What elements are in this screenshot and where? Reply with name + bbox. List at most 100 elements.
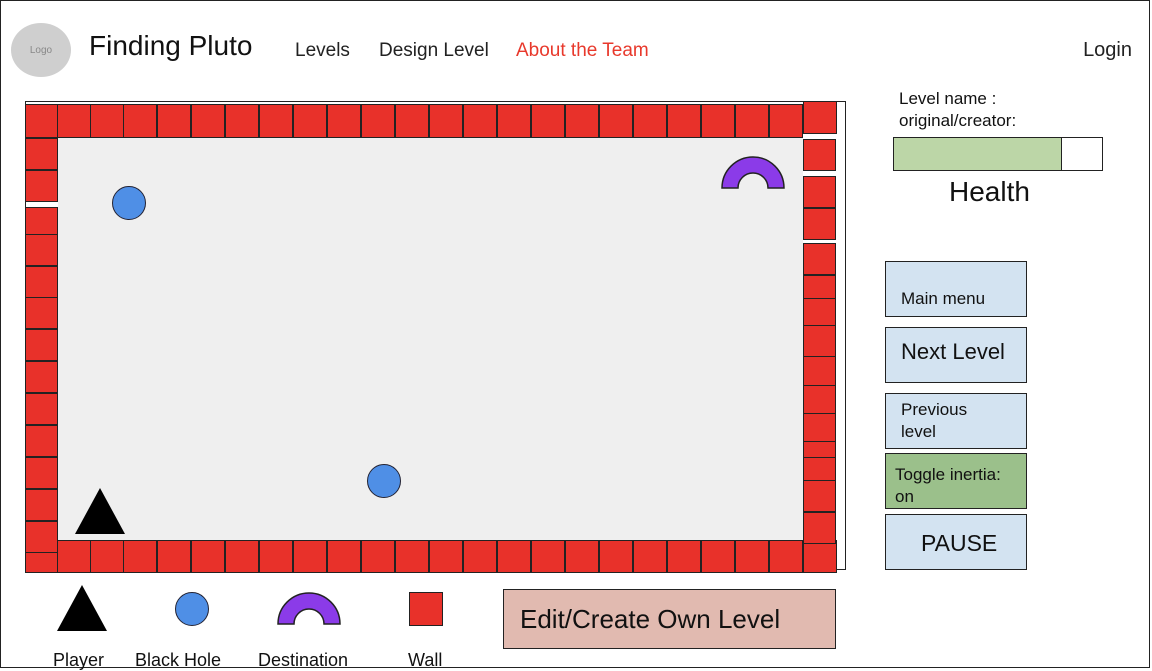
toggle-inertia-button[interactable]: Toggle inertia: on: [885, 453, 1027, 509]
wall-block: [531, 104, 565, 138]
wall-block: [25, 361, 58, 393]
player-icon: [75, 488, 125, 534]
wall-block: [531, 540, 565, 573]
wall-block: [25, 329, 58, 361]
app-title: Finding Pluto: [89, 30, 253, 61]
wall-block: [25, 489, 58, 521]
legend-destination-label: Destination: [258, 650, 349, 670]
legend-wall-label: Wall: [408, 650, 443, 670]
wall-block: [497, 104, 531, 138]
wall-block: [429, 540, 463, 573]
edit-create-level-button[interactable]: Edit/Create Own Level: [503, 589, 836, 649]
wall-block: [803, 243, 836, 275]
wall-block: [225, 540, 259, 573]
wall-block: [57, 104, 91, 138]
wall-block: [25, 521, 58, 553]
wall-block: [565, 540, 599, 573]
toggle-inertia-label: Toggle inertia: on: [895, 465, 1001, 506]
wall-block: [633, 104, 667, 138]
wall-block: [735, 104, 769, 138]
wall-block: [463, 540, 497, 573]
play-area: [58, 138, 803, 540]
wall-block: [803, 356, 836, 388]
wall-block: [293, 540, 327, 573]
wall-block: [25, 138, 58, 170]
wall-block: [293, 104, 327, 138]
wall-block: [769, 104, 803, 138]
wall-block: [429, 104, 463, 138]
wall-block: [25, 297, 58, 329]
health-label: Health: [949, 176, 1030, 207]
wall-block: [803, 101, 837, 134]
pause-button[interactable]: PAUSE: [885, 514, 1027, 570]
pause-label: PAUSE: [921, 530, 998, 556]
level-info: Level name : original/creator:: [899, 88, 1016, 132]
original-creator-label: original/creator:: [899, 111, 1017, 130]
wall-block: [157, 104, 191, 138]
wall-block: [803, 208, 836, 240]
wall-block: [327, 540, 361, 573]
wall-block: [25, 266, 58, 298]
wall-block: [497, 540, 531, 573]
next-level-label: Next Level: [901, 339, 1005, 364]
health-bar: [893, 137, 1103, 171]
wall-block: [803, 176, 836, 208]
main-menu-label: Main menu: [901, 289, 986, 308]
wall-block: [191, 540, 225, 573]
next-level-button[interactable]: Next Level: [885, 327, 1027, 383]
wall-block: [259, 540, 293, 573]
wall-block: [633, 540, 667, 573]
logo: Logo: [11, 23, 71, 77]
legend-black-hole-icon: [175, 592, 209, 626]
legend-destination-icon: [277, 592, 341, 625]
wall-block: [769, 540, 803, 573]
wall-block: [803, 139, 836, 171]
wall-block: [599, 540, 633, 573]
wall-block: [701, 540, 735, 573]
wall-block: [327, 104, 361, 138]
wall-block: [463, 104, 497, 138]
wall-block: [25, 104, 59, 138]
black-hole: [367, 464, 401, 498]
wall-block: [701, 104, 735, 138]
previous-level-button[interactable]: Previous level: [885, 393, 1027, 449]
wall-block: [25, 457, 58, 489]
wall-block: [191, 104, 225, 138]
wall-block: [225, 104, 259, 138]
wall-block: [90, 104, 124, 138]
health-fill: [894, 138, 1063, 170]
login-link[interactable]: Login: [1083, 39, 1132, 62]
wall-block: [803, 325, 836, 357]
legend-black-hole-label: Black Hole: [135, 650, 222, 670]
level-name-label: Level name :: [899, 89, 997, 108]
nav-levels[interactable]: Levels: [295, 40, 350, 62]
wall-block: [123, 104, 157, 138]
wall-block: [667, 540, 701, 573]
nav-about-team[interactable]: About the Team: [516, 40, 649, 62]
wall-block: [157, 540, 191, 573]
destination-icon: [721, 156, 785, 189]
wall-block: [395, 540, 429, 573]
wall-block: [57, 540, 91, 573]
legend-wall-icon: [409, 592, 443, 626]
main-menu-button[interactable]: Main menu: [885, 261, 1027, 317]
wall-block: [667, 104, 701, 138]
wall-block: [259, 104, 293, 138]
wall-block: [361, 540, 395, 573]
legend-player-label: Player: [53, 650, 105, 670]
wall-block: [25, 170, 58, 202]
wall-block: [361, 104, 395, 138]
black-hole: [112, 186, 146, 220]
nav-design-level[interactable]: Design Level: [379, 40, 489, 62]
wall-block: [395, 104, 429, 138]
wall-block: [599, 104, 633, 138]
wall-block: [803, 540, 837, 573]
legend-player-icon: [57, 585, 107, 631]
wall-block: [803, 512, 836, 544]
wall-block: [25, 234, 58, 266]
wall-block: [735, 540, 769, 573]
wall-block: [123, 540, 157, 573]
wall-block: [803, 480, 836, 512]
wall-block: [565, 104, 599, 138]
previous-level-label: Previous level: [901, 400, 968, 441]
